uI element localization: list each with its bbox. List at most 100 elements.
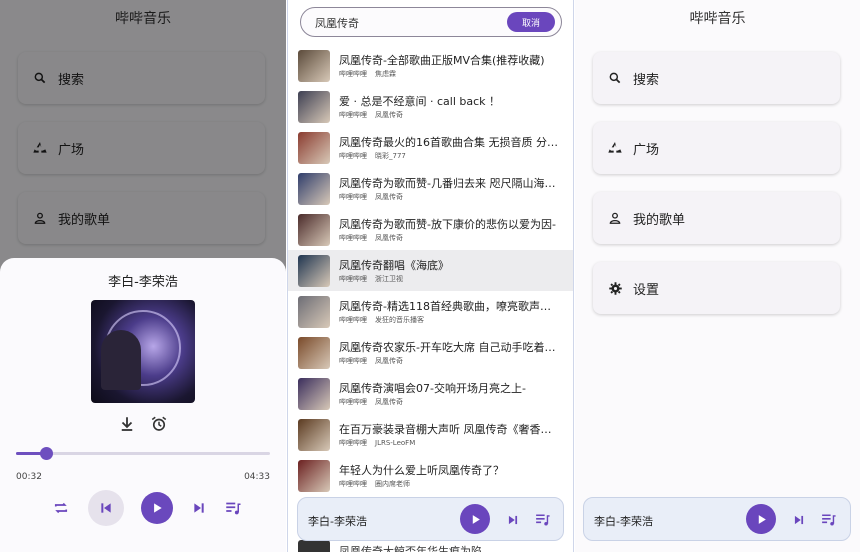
result-source: 哔哩哔哩 [339, 234, 367, 242]
list-item-partial[interactable]: 凤凰传奇大鲸否年华生痕为陷 [288, 540, 573, 552]
now-playing-title: 李白-李荣浩 [108, 275, 178, 290]
result-source: 哔哩哔哩 [339, 275, 367, 283]
mini-play-button[interactable] [746, 504, 776, 534]
result-title: 凤凰传奇演唱会07-交响开场月亮之上- [339, 382, 526, 395]
cancel-button[interactable]: 取消 [507, 12, 555, 32]
menu-my-playlist[interactable]: 我的歌单 [593, 192, 840, 244]
queue-button[interactable] [224, 499, 242, 517]
mini-player-track: 李白-李荣浩 [308, 515, 367, 528]
list-item[interactable]: 凤凰传奇演唱会07-交响开场月亮之上- 哔哩哔哩 凤凰传奇 [288, 373, 573, 414]
search-screen: 取消 凤凰传奇-全部歌曲正版MV合集(推荐收藏)哔哩哔哩焦虑霖爱 · 总是不经意… [287, 0, 574, 552]
menu-label: 搜索 [633, 72, 660, 88]
mini-queue-button[interactable] [534, 511, 551, 532]
cover-figure [101, 330, 141, 390]
mini-player-track: 李白-李荣浩 [594, 515, 653, 528]
result-uploader: 晓彩_777 [375, 152, 406, 160]
thumbnail [298, 214, 330, 246]
result-source: 哔哩哔哩 [339, 70, 367, 78]
repeat-button[interactable] [52, 499, 70, 517]
previous-button[interactable] [87, 490, 124, 526]
result-title: 年轻人为什么爱上听凤凰传奇了？ [339, 464, 504, 477]
result-source: 哔哩哔哩 [339, 152, 367, 160]
result-title: 凤凰传奇-全部歌曲正版MV合集(推荐收藏) [339, 54, 545, 67]
thumbnail [298, 378, 330, 410]
result-title: 凤凰传奇为歌而赞-几番归去来 咫尺隔山海染- [339, 177, 559, 190]
result-source: 哔哩哔哩 [339, 480, 367, 488]
app-title: 哔哔音乐 [689, 11, 746, 27]
thumbnail [298, 255, 330, 287]
result-meta: 哔哩哔哩 凤凰传奇 [339, 356, 411, 366]
mini-play-button[interactable] [460, 504, 490, 534]
next-button[interactable] [191, 500, 207, 516]
mini-next-button[interactable] [792, 512, 806, 531]
thumbnail [298, 173, 330, 205]
result-source: 哔哩哔哩 [339, 111, 367, 119]
progress-knob[interactable] [39, 447, 53, 460]
list-item[interactable]: 凤凰传奇农家乐-开车吃大席 自己动手吃着更香 哔哩哔哩 凤凰传奇 [288, 332, 573, 373]
skip-previous-icon [100, 503, 111, 513]
menu-search[interactable]: 搜索 [593, 52, 840, 104]
result-meta: 哔哩哔哩 浙江卫视 [339, 274, 411, 284]
result-meta: 哔哩哔哩 凤凰传奇 [339, 233, 411, 243]
list-item[interactable]: 凤凰传奇为歌而赞-几番归去来 咫尺隔山海染- 哔哩哔哩 凤凰传奇 [288, 168, 573, 209]
elapsed-time: 00:32 [16, 472, 42, 482]
playback-controls [52, 490, 242, 526]
home-with-player-sheet: 哔哔音乐 搜索 广场 我的歌单 李白-李荣浩 00:32 04:33 [0, 0, 286, 552]
menu-settings[interactable]: 设置 [593, 262, 840, 314]
mini-player[interactable]: 李白-李荣浩 [583, 497, 851, 541]
mini-player[interactable]: 李白-李荣浩 [297, 497, 564, 541]
alarm-icon[interactable] [150, 415, 168, 437]
thumbnail [298, 540, 330, 552]
list-item[interactable]: 凤凰传奇-精选118首经典歌曲，嘹亮歌声醉... 哔哩哔哩 发狂的音乐播客 [288, 291, 573, 332]
skip-next-icon [193, 503, 204, 513]
mini-next-button[interactable] [506, 512, 520, 531]
search-bar: 取消 [300, 7, 562, 37]
result-title: 凤凰传奇最火的16首歌曲合集 无损音质 分P... [339, 136, 559, 149]
search-input[interactable] [315, 14, 495, 32]
thumbnail [298, 132, 330, 164]
skip-next-icon [508, 515, 518, 525]
result-source: 哔哩哔哩 [339, 193, 367, 201]
menu-label: 设置 [633, 282, 660, 298]
list-item[interactable]: 在百万豪装录音棚大声听 凤凰传奇《奢香夫人... 哔哩哔哩 JLRS-LeoFM [288, 414, 573, 455]
result-source: 哔哩哔哩 [339, 398, 367, 406]
menu-label: 广场 [633, 142, 660, 158]
list-item[interactable]: 凤凰传奇为歌而赞-放下康价的悲伤以爱为因- 哔哩哔哩 凤凰传奇 [288, 209, 573, 250]
download-icon[interactable] [118, 415, 136, 437]
gear-icon [607, 280, 623, 296]
progress-slider[interactable] [16, 447, 270, 460]
play-icon [154, 503, 162, 513]
recycle-icon [607, 140, 623, 156]
list-item[interactable]: 年轻人为什么爱上听凤凰传奇了？ 哔哩哔哩 圈内席老师 [288, 455, 573, 496]
result-meta: 哔哩哔哩 凤凰传奇 [339, 192, 411, 202]
list-item[interactable]: 爱 · 总是不经意间 · call back ！ 哔哩哔哩 凤凰传奇 [288, 86, 573, 127]
result-meta: 哔哩哔哩 晓彩_777 [339, 151, 414, 161]
queue-music-icon [822, 514, 836, 526]
list-item[interactable]: 凤凰传奇翻唱《海底》 哔哩哔哩 浙江卫视 [288, 250, 573, 291]
mini-queue-button[interactable] [820, 511, 837, 532]
result-meta: 哔哩哔哩 凤凰传奇 [339, 110, 411, 120]
menu-square[interactable]: 广场 [593, 122, 840, 174]
play-button[interactable] [141, 492, 173, 524]
list-item[interactable]: 凤凰传奇最火的16首歌曲合集 无损音质 分P... 哔哩哔哩 晓彩_777 [288, 127, 573, 168]
thumbnail [298, 91, 330, 123]
play-icon [472, 514, 480, 524]
result-uploader: 凤凰传奇 [375, 398, 403, 406]
skip-next-icon [794, 515, 804, 525]
sheet-actions [118, 415, 168, 437]
person-icon [607, 210, 623, 226]
result-uploader: 凤凰传奇 [375, 234, 403, 242]
thumbnail [298, 50, 330, 82]
result-title: 凤凰传奇为歌而赞-放下康价的悲伤以爱为因- [339, 218, 556, 231]
queue-music-icon [226, 502, 241, 515]
search-icon [607, 70, 623, 86]
result-uploader: 发狂的音乐播客 [375, 316, 424, 324]
result-title: 凤凰传奇-精选118首经典歌曲，嘹亮歌声醉... [339, 300, 559, 313]
queue-music-icon [536, 514, 550, 526]
thumbnail [298, 296, 330, 328]
album-cover [91, 300, 195, 403]
list-item[interactable]: 凤凰传奇-全部歌曲正版MV合集(推荐收藏) 哔哩哔哩 焦虑霖 [288, 45, 573, 86]
player-bottom-sheet: 李白-李荣浩 00:32 04:33 [0, 258, 286, 552]
result-uploader: 凤凰传奇 [375, 111, 403, 119]
play-icon [758, 514, 766, 524]
